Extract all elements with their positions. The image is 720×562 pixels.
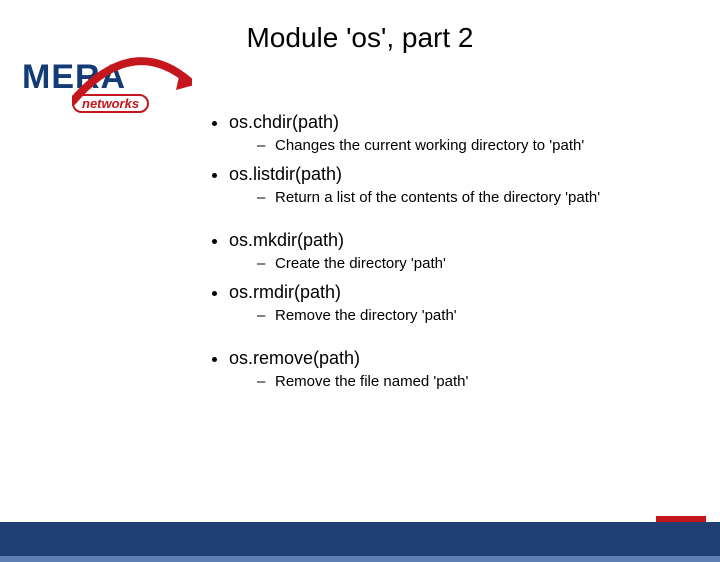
list-item: os.chdir(path) Changes the current worki… bbox=[229, 112, 685, 154]
function-desc: Remove the file named 'path' bbox=[257, 373, 685, 390]
function-name: os.remove(path) bbox=[229, 348, 360, 368]
footer-bar-dark bbox=[0, 522, 720, 556]
function-desc: Return a list of the contents of the dir… bbox=[257, 189, 685, 206]
list-item: os.mkdir(path) Create the directory 'pat… bbox=[229, 230, 685, 272]
function-name: os.rmdir(path) bbox=[229, 282, 341, 302]
function-desc: Changes the current working directory to… bbox=[257, 137, 685, 154]
logo-text: MERA bbox=[22, 58, 126, 96]
function-name: os.mkdir(path) bbox=[229, 230, 344, 250]
slide-footer bbox=[0, 514, 720, 562]
function-name: os.listdir(path) bbox=[229, 164, 342, 184]
slide-content: os.chdir(path) Changes the current worki… bbox=[205, 112, 685, 400]
background-swoosh: 10010110110101110011001011011010011 bbox=[0, 102, 200, 522]
function-desc: Create the directory 'path' bbox=[257, 255, 685, 272]
logo-subtext: networks bbox=[72, 94, 149, 113]
list-item: os.remove(path) Remove the file named 'p… bbox=[229, 348, 685, 390]
slide-title: Module 'os', part 2 bbox=[0, 22, 720, 54]
function-desc: Remove the directory 'path' bbox=[257, 307, 685, 324]
list-item: os.rmdir(path) Remove the directory 'pat… bbox=[229, 282, 685, 324]
list-item: os.listdir(path) Return a list of the co… bbox=[229, 164, 685, 206]
brand-logo: MERA networks bbox=[22, 60, 182, 130]
function-name: os.chdir(path) bbox=[229, 112, 339, 132]
footer-bar-light bbox=[0, 556, 720, 562]
